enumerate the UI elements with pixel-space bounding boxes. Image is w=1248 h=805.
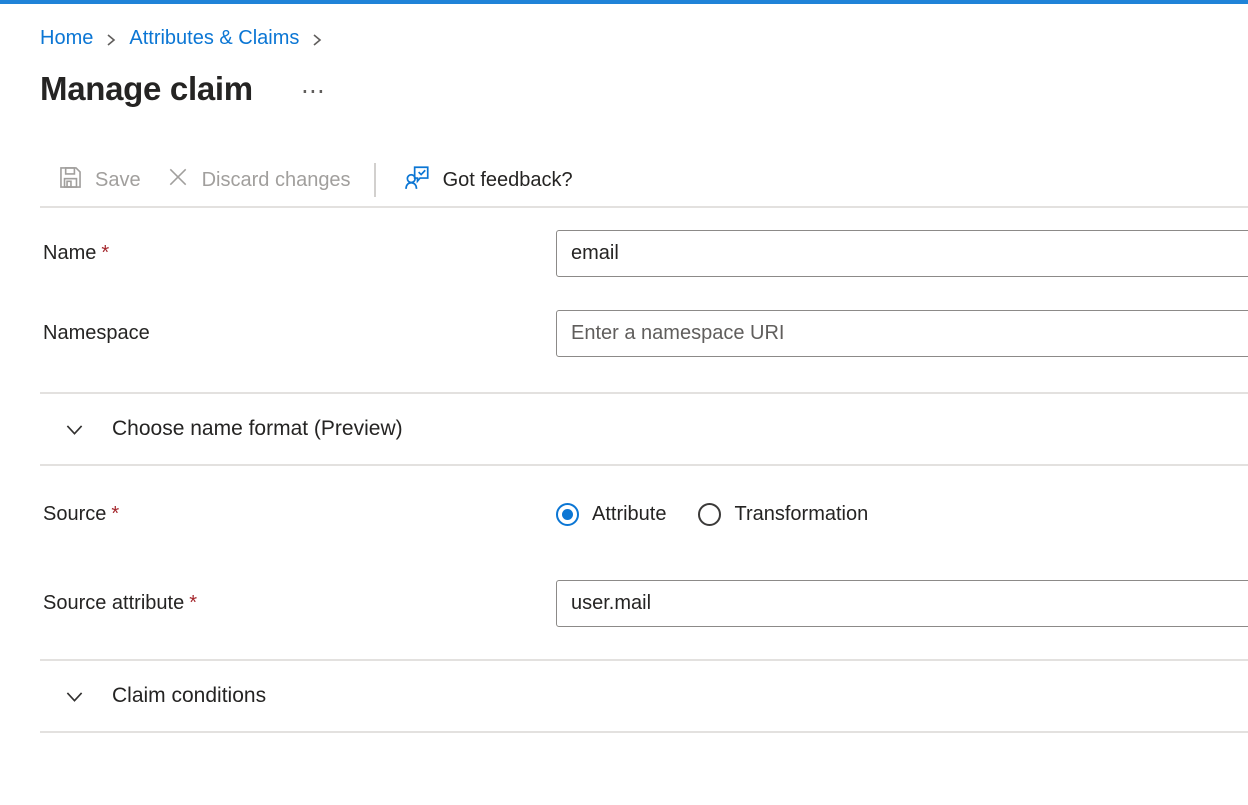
section-label: Claim conditions <box>112 684 266 708</box>
got-feedback-label: Got feedback? <box>443 169 573 192</box>
source-attribute-label-text: Source attribute <box>43 592 184 614</box>
discard-changes-label: Discard changes <box>202 169 351 192</box>
source-radio-group: Attribute Transformation <box>556 503 868 526</box>
name-input[interactable] <box>556 230 1248 277</box>
divider <box>40 464 1248 466</box>
source-field-row: Source* Attribute Transformation <box>40 494 1248 534</box>
required-asterisk: * <box>189 592 197 614</box>
namespace-label-text: Namespace <box>43 322 150 344</box>
radio-transformation-label: Transformation <box>734 503 868 526</box>
command-bar: Save Discard changes Got feedb <box>40 154 1248 206</box>
namespace-input[interactable] <box>556 310 1248 357</box>
divider <box>40 206 1248 208</box>
name-label-text: Name <box>43 242 96 264</box>
radio-attribute-label: Attribute <box>592 503 666 526</box>
divider <box>40 731 1248 733</box>
radio-unselected-icon <box>698 503 721 526</box>
save-label: Save <box>95 169 141 192</box>
breadcrumb: Home Attributes & Claims <box>40 27 1248 50</box>
breadcrumb-separator-icon <box>310 32 324 48</box>
source-attribute-label: Source attribute* <box>40 592 556 615</box>
name-label: Name* <box>40 242 556 265</box>
page-title: Manage claim <box>40 70 253 108</box>
close-icon <box>167 166 189 194</box>
source-attribute-field-row: Source attribute* <box>40 580 1248 627</box>
source-label-text: Source <box>43 503 106 525</box>
radio-selected-icon <box>556 503 579 526</box>
namespace-field-row: Namespace <box>40 310 1248 357</box>
chevron-down-icon <box>65 687 84 706</box>
breadcrumb-link-home[interactable]: Home <box>40 27 93 50</box>
toolbar-separator <box>374 163 376 197</box>
section-claim-conditions[interactable]: Claim conditions <box>40 661 1248 731</box>
radio-transformation[interactable]: Transformation <box>698 503 868 526</box>
save-button[interactable]: Save <box>46 160 154 201</box>
title-row: Manage claim ⋯ <box>40 70 1248 108</box>
breadcrumb-separator-icon <box>104 32 118 48</box>
got-feedback-button[interactable]: Got feedback? <box>392 159 586 202</box>
breadcrumb-link-attributes-claims[interactable]: Attributes & Claims <box>129 27 299 50</box>
save-icon <box>59 166 82 195</box>
source-attribute-input[interactable] <box>556 580 1248 627</box>
section-label: Choose name format (Preview) <box>112 417 403 441</box>
namespace-label: Namespace <box>40 322 556 345</box>
radio-attribute[interactable]: Attribute <box>556 503 666 526</box>
section-choose-name-format[interactable]: Choose name format (Preview) <box>40 394 1248 464</box>
name-field-row: Name* <box>40 230 1248 277</box>
required-asterisk: * <box>111 503 119 525</box>
chevron-down-icon <box>65 420 84 439</box>
discard-changes-button[interactable]: Discard changes <box>154 160 364 200</box>
source-label: Source* <box>40 503 556 526</box>
feedback-icon <box>405 165 430 196</box>
more-menu-icon[interactable]: ⋯ <box>297 80 329 104</box>
required-asterisk: * <box>101 242 109 264</box>
manage-claim-page: Home Attributes & Claims Manage claim ⋯ … <box>0 27 1248 733</box>
